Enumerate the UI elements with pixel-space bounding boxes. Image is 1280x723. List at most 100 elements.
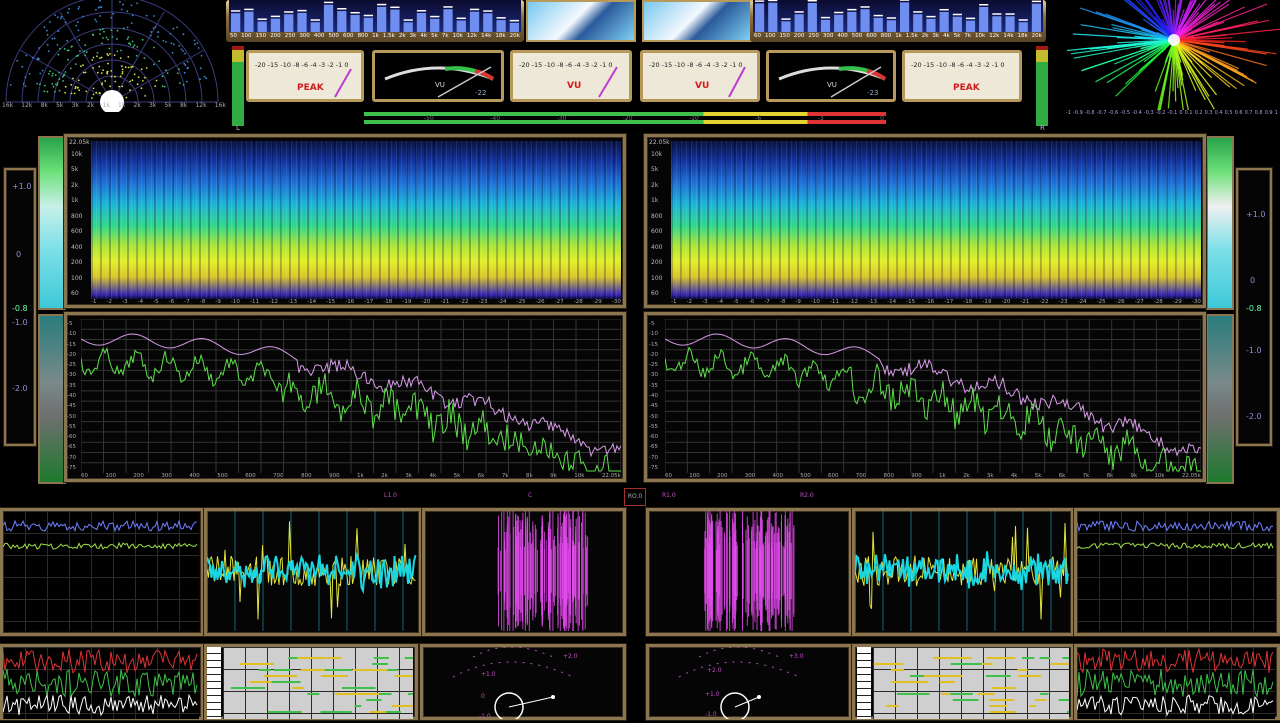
eq-bar-peak <box>821 17 830 19</box>
spectrogram-time-label: -9 <box>795 299 800 305</box>
polar-dot <box>94 19 96 21</box>
polar-dot <box>104 80 106 82</box>
spectrum-db-label: -35 <box>649 383 658 389</box>
polar-label: 12k <box>195 102 206 109</box>
spectrum-freq-label: 7k <box>502 473 509 479</box>
eq-bar-peak <box>337 8 346 10</box>
spectrum-freq-label: 6k <box>478 473 485 479</box>
spectrogram-time-label: -20 <box>421 299 430 305</box>
balance-label: L1.0 <box>384 492 397 499</box>
polar-dot <box>164 86 166 88</box>
polar-dot <box>172 52 174 54</box>
polar-dot <box>204 76 206 78</box>
piano-roll-note <box>990 711 1017 713</box>
balance-center-box: RO.0 <box>624 488 646 506</box>
polar-dot <box>78 89 80 91</box>
spectrum-freq-label: 5k <box>1035 473 1042 479</box>
polar-dot <box>47 34 49 36</box>
polar-dot <box>58 72 60 74</box>
polar-dot <box>132 46 134 48</box>
vu-value: -22 <box>475 89 486 97</box>
eq-bar <box>979 7 988 32</box>
balance-meter: L1.0 C RO.0 R1.0 R2.0 <box>360 488 920 504</box>
polar-dot <box>127 56 129 58</box>
piano-roll-note <box>986 657 1015 659</box>
spectrogram-freq-label: 1k <box>651 197 662 204</box>
piano-roll-note <box>405 657 413 659</box>
level-meter-left <box>232 46 244 126</box>
spectrum-db-label: -25 <box>649 362 658 368</box>
polar-dot <box>122 69 124 71</box>
eq-bar <box>231 13 240 32</box>
balance-label: R1.0 <box>662 492 676 499</box>
polar-dot <box>106 71 108 73</box>
spectrum-db-label: -65 <box>649 444 658 450</box>
scale-label: -0.8 <box>12 304 28 313</box>
eq-bar <box>271 19 280 32</box>
scope-axis-label: -0.9 <box>1073 110 1083 116</box>
spectrum-freq-label: 3k <box>987 473 994 479</box>
polar-dot <box>46 91 48 93</box>
goniometer-graph <box>649 647 849 719</box>
polar-dot <box>44 90 46 92</box>
spectrogram-time-label: -29 <box>1173 299 1182 305</box>
spectrum-freq-label: 100 <box>689 473 700 479</box>
polar-dot <box>121 9 123 11</box>
spectrum-freq-label: 6k <box>1059 473 1066 479</box>
spectrum-freq-label: 200 <box>133 473 144 479</box>
eq-freq-label: 200 <box>270 33 281 39</box>
polar-dot <box>75 25 77 27</box>
eq-bar-peak <box>847 9 856 11</box>
oscilloscope-graph <box>649 511 847 631</box>
spectrogram-time-label: -19 <box>402 299 411 305</box>
spectrum-db-label: -10 <box>649 331 658 337</box>
eq-bar <box>953 17 962 32</box>
eq-bar <box>510 23 519 32</box>
gonio-label: -1.0 <box>479 713 491 720</box>
polar-dot <box>78 8 80 10</box>
polar-dot <box>131 5 133 7</box>
polar-label: 16k <box>215 102 226 109</box>
spectrogram-time-label: -24 <box>1078 299 1087 305</box>
polar-dot <box>137 83 139 85</box>
polar-dot <box>157 36 159 38</box>
polar-dot <box>71 46 73 48</box>
polar-dot <box>93 94 95 96</box>
polar-dot <box>84 50 86 52</box>
scope-axis-label: 0.4 <box>1215 110 1223 116</box>
polar-dot <box>138 76 140 78</box>
polar-dot <box>185 64 187 66</box>
spectrogram-time-label: -23 <box>1059 299 1068 305</box>
vu-needle <box>513 53 629 99</box>
spectrogram-time-label: -8 <box>780 299 785 305</box>
noise-trace <box>1077 669 1273 696</box>
spectrogram-time-label: -26 <box>1116 299 1125 305</box>
polar-dot <box>51 75 53 77</box>
polar-dot <box>75 63 77 65</box>
eq-freq-label: 14k <box>481 33 491 39</box>
gonio-label: +1.0 <box>705 691 720 698</box>
eq-freq-label: 250 <box>808 33 819 39</box>
spectrogram-time-label: -30 <box>1192 299 1201 305</box>
spectrogram-freq-label: 800 <box>651 213 662 220</box>
vu-meter-left: -20 -15 -10 -8 -6 -4 -3 -2 -1 0 VU <box>510 50 632 102</box>
noise-graph <box>1077 647 1275 719</box>
polar-dot <box>112 36 114 38</box>
polar-dot <box>194 40 196 42</box>
piano-roll-note <box>986 675 1002 677</box>
piano-roll-note <box>992 687 1016 689</box>
piano-roll-note <box>355 705 362 707</box>
spectrogram-time-label: -18 <box>963 299 972 305</box>
spectrogram-time-label: -13 <box>868 299 877 305</box>
polar-dot <box>38 47 40 49</box>
polar-dot <box>58 54 60 56</box>
waveform-trace <box>207 555 416 591</box>
piano-roll-note <box>940 681 955 683</box>
polar-dot <box>92 67 94 69</box>
spectrogram-freq-label: 200 <box>651 259 662 266</box>
polar-dot <box>72 78 74 80</box>
spectrum-db-label: -75 <box>649 465 658 471</box>
scale-label: -2.0 <box>12 384 28 393</box>
peak-meter-left: -20 -15 -10 -8 -6 -4 -3 -2 -1 0 PEAK <box>246 50 364 102</box>
polar-dot <box>128 67 130 69</box>
